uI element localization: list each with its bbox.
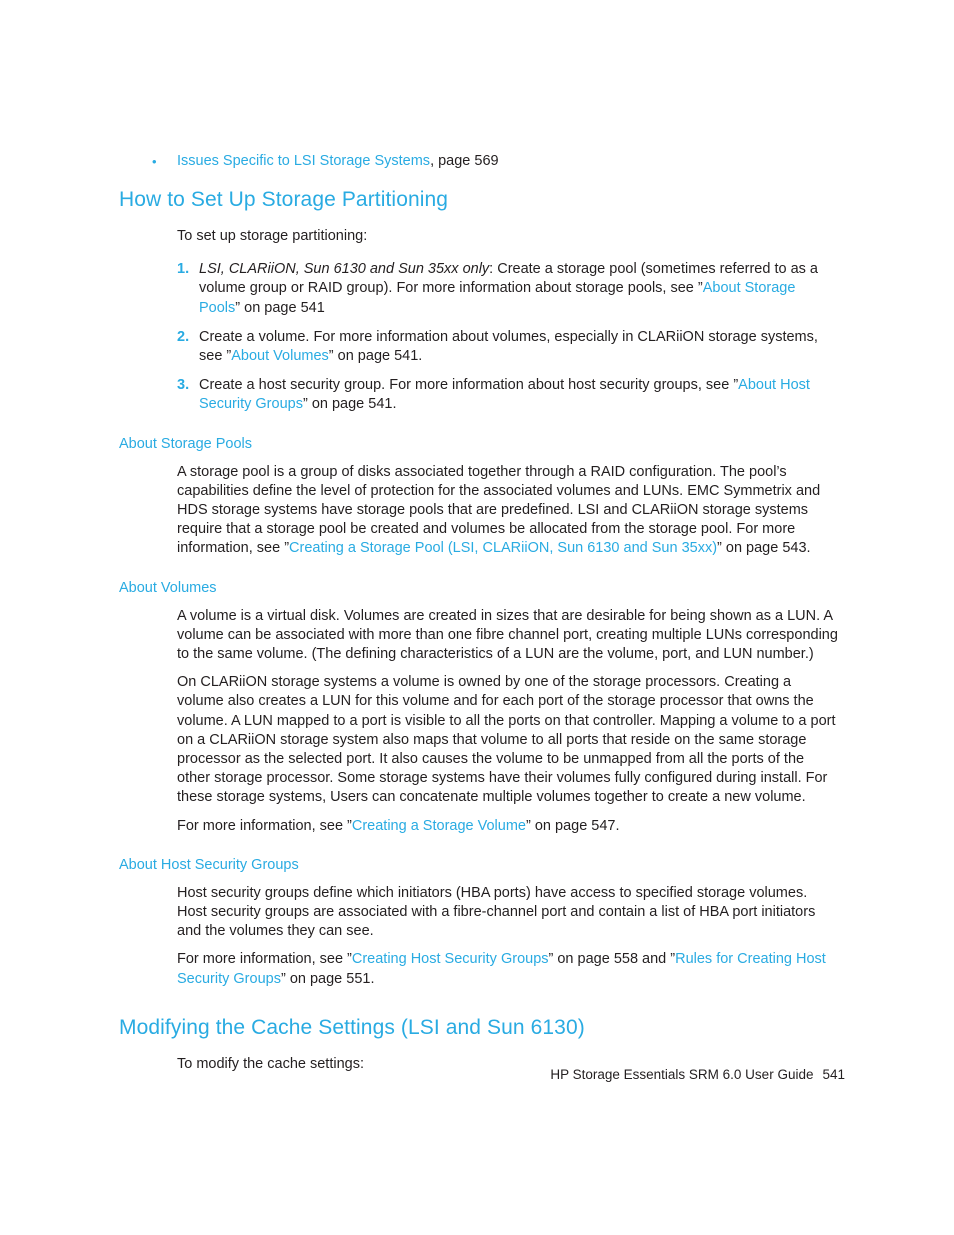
list-item: 1. LSI, CLARiiON, Sun 6130 and Sun 35xx o… — [177, 260, 839, 318]
partitioning-lead-text: To set up storage partitioning: — [177, 228, 368, 244]
document-page: • Issues Specific to LSI Storage Systems,… — [0, 0, 954, 1235]
partitioning-body: To set up storage partitioning: 1. LSI, C… — [177, 227, 839, 415]
cross-reference-list: • Issues Specific to LSI Storage Systems,… — [119, 152, 839, 171]
paragraph-text-mid: ” on page 558 and ” — [548, 951, 676, 968]
paragraph-text-tail: ” on page 551. — [280, 970, 375, 987]
volumes-body: A volume is a virtual disk. Volumes are … — [177, 607, 839, 836]
heading-about-volumes: About Volumes — [119, 579, 217, 596]
host-security-groups-body: Host security groups define which initia… — [177, 884, 839, 989]
storage-pools-body: A storage pool is a group of disks assoc… — [177, 463, 839, 559]
link-creating-a-storage-pool[interactable]: Creating a Storage Pool (LSI, CLARiiON, … — [289, 540, 717, 556]
list-item: 2. Create a volume. For more information … — [177, 328, 839, 366]
volumes-paragraph-3: For more information, see ”Creating a St… — [177, 817, 839, 836]
step-text-tail: ” on page 541 — [235, 299, 325, 316]
bullet-icon: • — [152, 154, 157, 169]
page-content: • Issues Specific to LSI Storage Systems,… — [119, 152, 839, 1074]
paragraph-text: For more information, see ” — [177, 951, 352, 968]
list-item: • Issues Specific to LSI Storage Systems,… — [119, 152, 839, 171]
list-item: 3. Create a host security group. For more… — [177, 376, 839, 414]
footer-page-number: 541 — [822, 1067, 845, 1082]
step-italic-lead: LSI, CLARiiON, Sun 6130 and Sun 35xx onl… — [199, 261, 490, 278]
paragraph-text-tail: ” on page 547. — [525, 817, 620, 834]
link-creating-host-security-groups[interactable]: Creating Host Security Groups — [352, 951, 549, 967]
volumes-paragraph-1: A volume is a virtual disk. Volumes are … — [177, 607, 838, 663]
paragraph-text: For more information, see ” — [177, 817, 352, 834]
partitioning-steps: 1. LSI, CLARiiON, Sun 6130 and Sun 35xx o… — [177, 260, 839, 414]
host-security-groups-paragraph-1: Host security groups define which initia… — [177, 884, 816, 940]
paragraph-text-tail: ” on page 543. — [717, 540, 811, 557]
heading-modifying-the-cache-settings: Modifying the Cache Settings (LSI and Su… — [119, 1015, 585, 1039]
step-text: Create a host security group. For more i… — [199, 377, 739, 394]
step-text-tail: ” on page 541. — [302, 396, 397, 413]
heading-about-storage-pools: About Storage Pools — [119, 435, 253, 452]
storage-pools-paragraph: A storage pool is a group of disks assoc… — [177, 463, 839, 559]
volumes-paragraph-2: On CLARiiON storage systems a volume is … — [177, 674, 836, 806]
page-footer: HP Storage Essentials SRM 6.0 User Guide… — [119, 1066, 845, 1084]
footer-guide-title: HP Storage Essentials SRM 6.0 User Guide — [550, 1067, 814, 1082]
heading-how-to-set-up-storage-partitioning: How to Set Up Storage Partitioning — [119, 188, 449, 211]
step-number: 3. — [177, 377, 190, 394]
cross-reference-page: , page 569 — [430, 153, 499, 169]
link-creating-a-storage-volume[interactable]: Creating a Storage Volume — [352, 818, 526, 834]
link-issues-specific-lsi[interactable]: Issues Specific to LSI Storage Systems — [177, 153, 430, 169]
step-number: 2. — [177, 328, 190, 345]
link-about-volumes[interactable]: About Volumes — [231, 348, 329, 364]
step-number: 1. — [177, 261, 190, 278]
heading-about-host-security-groups: About Host Security Groups — [119, 856, 299, 873]
step-text-tail: ” on page 541. — [328, 348, 423, 365]
host-security-groups-paragraph-2: For more information, see ”Creating Host… — [177, 950, 839, 988]
